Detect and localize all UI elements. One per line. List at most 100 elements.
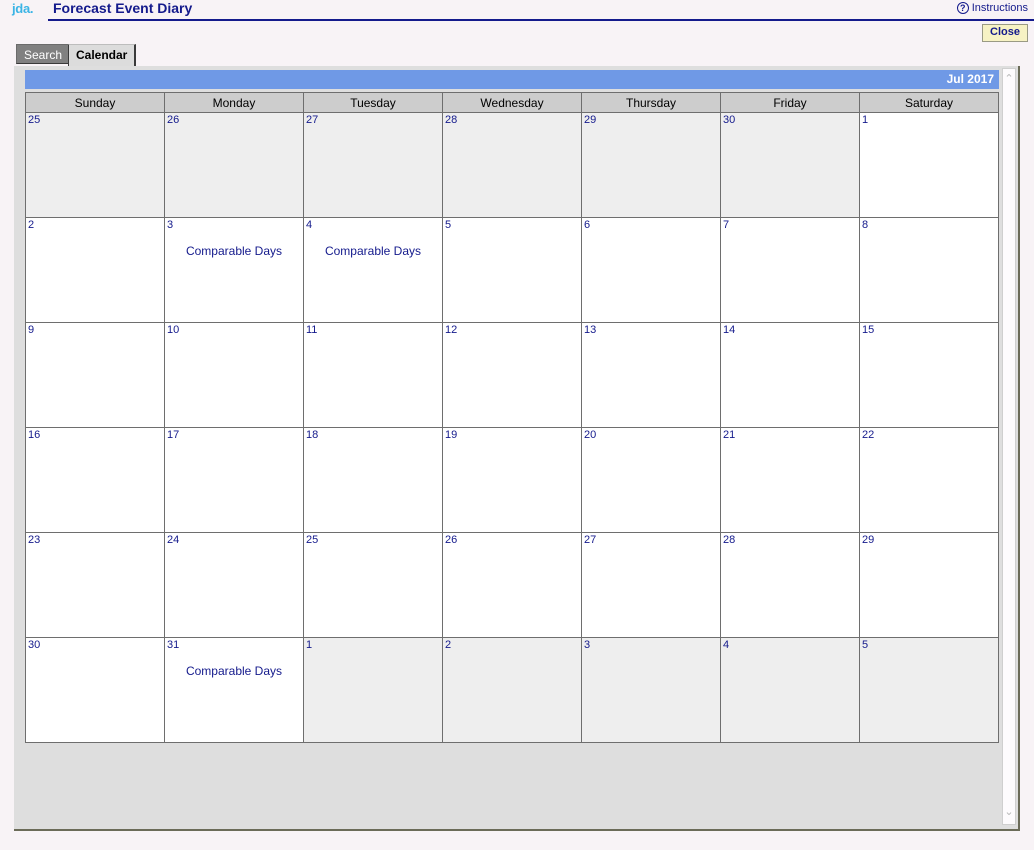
- tab-strip: Search Calendar: [16, 44, 1034, 66]
- scroll-up-icon[interactable]: ⌃: [1003, 73, 1015, 85]
- calendar-day-cell[interactable]: 30: [25, 637, 165, 743]
- calendar-day-cell[interactable]: 13: [581, 322, 721, 428]
- calendar-day-cell[interactable]: 29: [581, 112, 721, 218]
- day-number: 5: [862, 639, 869, 651]
- calendar-day-cell[interactable]: 26: [164, 112, 304, 218]
- calendar-day-cell[interactable]: 5: [859, 637, 999, 743]
- calendar-day-cell[interactable]: 27: [581, 532, 721, 638]
- day-number: 22: [862, 429, 875, 441]
- calendar-day-cell[interactable]: 2: [25, 217, 165, 323]
- calendar-day-cell[interactable]: 12: [442, 322, 582, 428]
- tab-calendar[interactable]: Calendar: [68, 44, 137, 66]
- calendar-day-cell[interactable]: 28: [720, 532, 860, 638]
- calendar-week-row: 23 24 25 26 27 28 29: [25, 532, 999, 638]
- day-number: 9: [28, 324, 35, 336]
- weekday-header-friday: Friday: [720, 92, 860, 113]
- calendar-panel: Jul 2017 Sunday Monday Tuesday Wednesday…: [14, 66, 1020, 831]
- calendar-day-cell[interactable]: 4: [720, 637, 860, 743]
- day-number: 1: [862, 114, 869, 126]
- day-number: 28: [445, 114, 458, 126]
- calendar-day-cell[interactable]: 20: [581, 427, 721, 533]
- calendar-day-cell[interactable]: 16: [25, 427, 165, 533]
- day-number: 7: [723, 219, 730, 231]
- calendar-week-row: 2 3 Comparable Days 4 Comparable Days 5 6 7 8: [25, 217, 999, 323]
- day-number: 8: [862, 219, 869, 231]
- day-number: 12: [445, 324, 458, 336]
- calendar-day-cell[interactable]: 7: [720, 217, 860, 323]
- tab-search[interactable]: Search: [16, 44, 71, 64]
- weekday-header-sunday: Sunday: [25, 92, 165, 113]
- calendar-day-cell[interactable]: 18: [303, 427, 443, 533]
- day-number: 2: [445, 639, 452, 651]
- instructions-label: Instructions: [971, 2, 1028, 14]
- jda-logo: jda.: [12, 1, 34, 16]
- title-divider: [48, 19, 1034, 21]
- weekday-header-row: Sunday Monday Tuesday Wednesday Thursday…: [25, 92, 999, 113]
- day-number: 27: [306, 114, 319, 126]
- calendar-day-cell[interactable]: 22: [859, 427, 999, 533]
- calendar-day-cell[interactable]: 21: [720, 427, 860, 533]
- calendar-day-cell[interactable]: 5: [442, 217, 582, 323]
- day-number: 28: [723, 534, 736, 546]
- calendar-event[interactable]: Comparable Days: [304, 244, 442, 258]
- day-number: 21: [723, 429, 736, 441]
- calendar-day-cell[interactable]: 3: [581, 637, 721, 743]
- question-circle-icon: ?: [956, 2, 969, 14]
- calendar-day-cell[interactable]: 24: [164, 532, 304, 638]
- day-number: 19: [445, 429, 458, 441]
- calendar-day-cell[interactable]: 28: [442, 112, 582, 218]
- day-number: 29: [862, 534, 875, 546]
- calendar-day-cell[interactable]: 27: [303, 112, 443, 218]
- calendar-week-row: 9 10 11 12 13 14 15: [25, 322, 999, 428]
- calendar-day-cell[interactable]: 14: [720, 322, 860, 428]
- calendar-day-cell[interactable]: 9: [25, 322, 165, 428]
- calendar-week-row: 30 31 Comparable Days 1 2 3 4 5: [25, 637, 999, 743]
- calendar-day-cell[interactable]: 2: [442, 637, 582, 743]
- calendar-day-cell[interactable]: 1: [859, 112, 999, 218]
- calendar-day-cell[interactable]: 3 Comparable Days: [164, 217, 304, 323]
- day-number: 29: [584, 114, 597, 126]
- page-title: Forecast Event Diary: [53, 0, 193, 16]
- day-number: 30: [28, 639, 41, 651]
- calendar-day-cell[interactable]: 19: [442, 427, 582, 533]
- calendar-day-cell[interactable]: 29: [859, 532, 999, 638]
- day-number: 14: [723, 324, 736, 336]
- day-number: 25: [28, 114, 41, 126]
- day-number: 26: [445, 534, 458, 546]
- day-number: 3: [167, 219, 174, 231]
- calendar-day-cell[interactable]: 26: [442, 532, 582, 638]
- calendar-event[interactable]: Comparable Days: [165, 244, 303, 258]
- weekday-header-wednesday: Wednesday: [442, 92, 582, 113]
- weekday-header-tuesday: Tuesday: [303, 92, 443, 113]
- calendar-day-cell[interactable]: 17: [164, 427, 304, 533]
- day-number: 17: [167, 429, 180, 441]
- day-number: 15: [862, 324, 875, 336]
- day-number: 18: [306, 429, 319, 441]
- day-number: 24: [167, 534, 180, 546]
- instructions-link[interactable]: ? Instructions: [956, 2, 1028, 14]
- calendar-day-cell[interactable]: 4 Comparable Days: [303, 217, 443, 323]
- calendar-day-cell[interactable]: 25: [303, 532, 443, 638]
- day-number: 13: [584, 324, 597, 336]
- calendar-day-cell[interactable]: 10: [164, 322, 304, 428]
- calendar-day-cell[interactable]: 30: [720, 112, 860, 218]
- close-button[interactable]: Close: [982, 24, 1028, 42]
- calendar-day-cell[interactable]: 1: [303, 637, 443, 743]
- day-number: 23: [28, 534, 41, 546]
- app-header: jda. Forecast Event Diary ? Instructions: [0, 0, 1034, 22]
- scroll-down-icon[interactable]: ⌄: [1003, 806, 1015, 818]
- vertical-scrollbar[interactable]: ⌃ ⌄: [1002, 68, 1016, 825]
- calendar-day-cell[interactable]: 23: [25, 532, 165, 638]
- calendar-day-cell[interactable]: 11: [303, 322, 443, 428]
- calendar-day-cell[interactable]: 8: [859, 217, 999, 323]
- toolbar: Close: [0, 22, 1034, 44]
- day-number: 16: [28, 429, 41, 441]
- calendar-table: Sunday Monday Tuesday Wednesday Thursday…: [25, 92, 999, 743]
- calendar-day-cell[interactable]: 25: [25, 112, 165, 218]
- day-number: 26: [167, 114, 180, 126]
- calendar-day-cell[interactable]: 15: [859, 322, 999, 428]
- weekday-header-thursday: Thursday: [581, 92, 721, 113]
- calendar-day-cell[interactable]: 31 Comparable Days: [164, 637, 304, 743]
- calendar-day-cell[interactable]: 6: [581, 217, 721, 323]
- calendar-event[interactable]: Comparable Days: [165, 664, 303, 678]
